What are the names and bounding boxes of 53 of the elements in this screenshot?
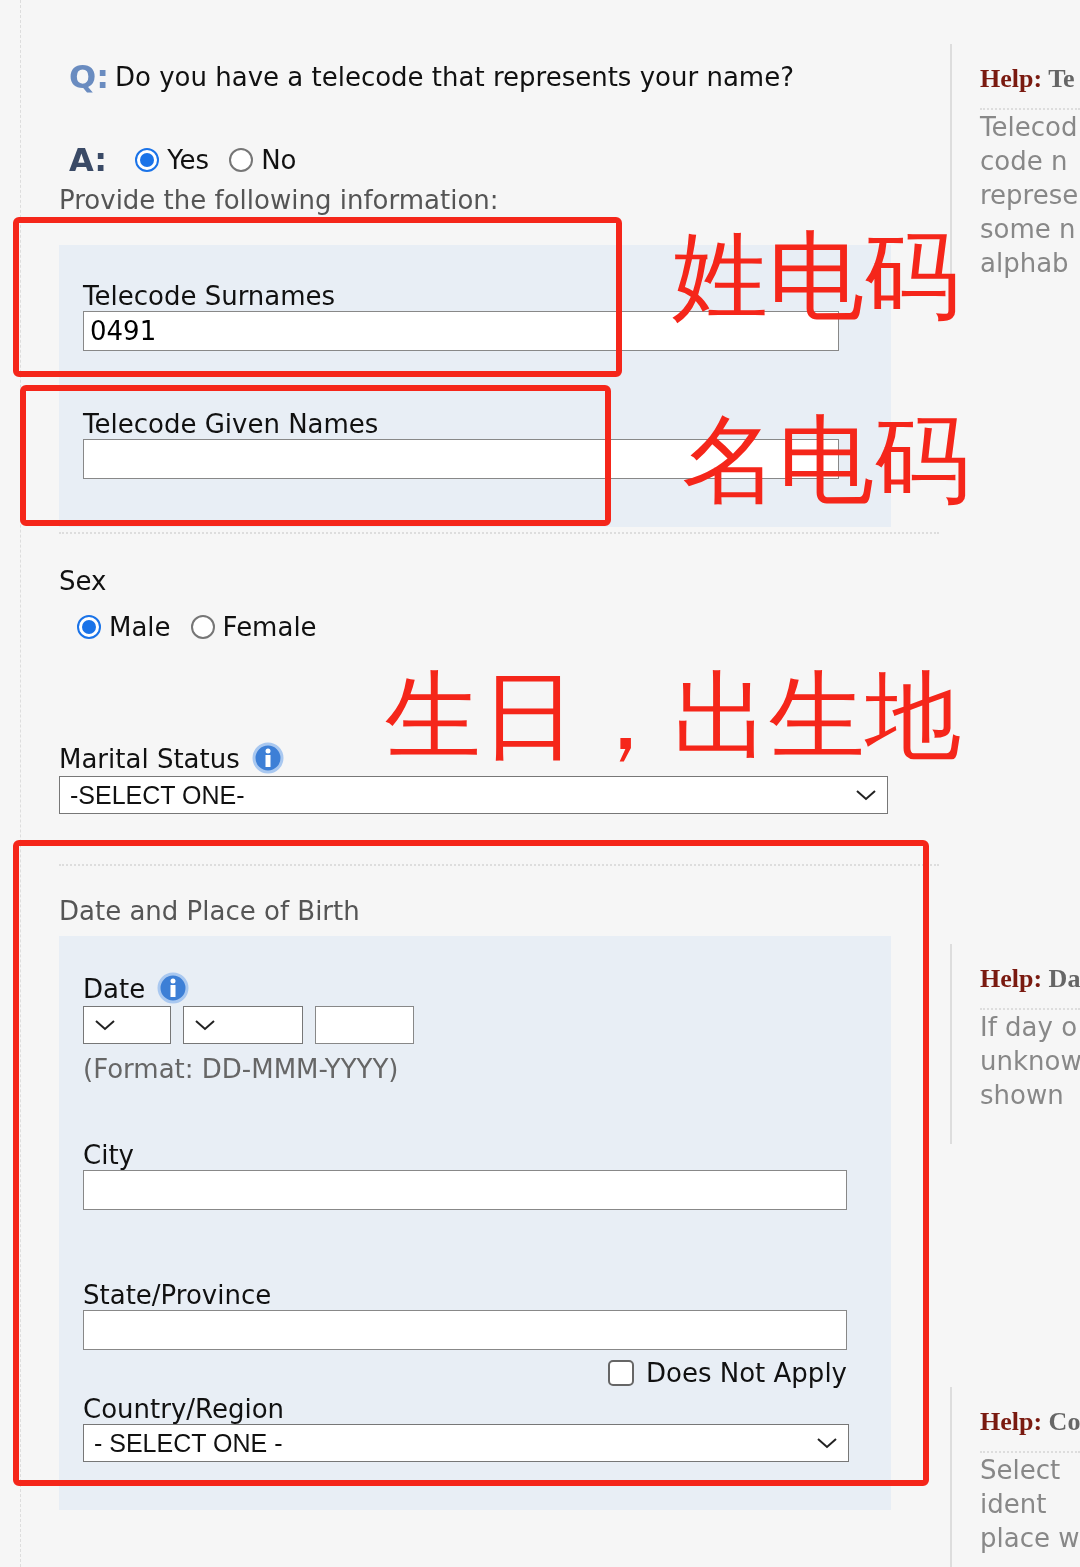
year-field[interactable] (315, 1006, 414, 1044)
select-dropdown[interactable]: - SELECT ONE - (83, 1424, 849, 1462)
field-label: State/Province (83, 1280, 272, 1310)
field-label: Telecode Given Names (83, 409, 379, 439)
help-text: place w (980, 1522, 1080, 1555)
help-title: Help: Da (980, 944, 1080, 1010)
month-dropdown[interactable] (183, 1006, 303, 1044)
chevron-icon (194, 1019, 216, 1031)
help-text: Telecod (980, 111, 1079, 144)
radio-button[interactable] (190, 615, 215, 639)
input-field[interactable] (83, 1310, 847, 1350)
info-icon[interactable] (157, 972, 190, 1004)
question-text: Do you have a telecode that represents your name? (115, 62, 794, 92)
help-text: unknow (980, 1045, 1080, 1078)
help-text: some n (980, 213, 1077, 246)
field-label: Marital Status (59, 744, 240, 774)
annotation-text: 生日，出生地 (385, 668, 961, 764)
help-title: Help: Te (980, 44, 1080, 110)
field-label: Sex (59, 566, 108, 596)
help-text: code n (980, 145, 1069, 178)
radio-label[interactable]: No (261, 145, 297, 175)
select-dropdown[interactable]: -SELECT ONE- (59, 776, 888, 814)
radio-button[interactable] (135, 148, 160, 172)
chevron-icon (816, 1437, 838, 1449)
annotation-text: 名电码 (682, 412, 970, 508)
help-text: ident (980, 1488, 1048, 1521)
answer-marker: A: (69, 141, 108, 179)
help-text: Select (980, 1454, 1062, 1487)
info-icon[interactable] (251, 742, 284, 774)
chevron-icon (855, 789, 877, 801)
radio-label[interactable]: Male (109, 612, 171, 642)
radio-button[interactable] (77, 615, 101, 639)
help-title: Help: Co (980, 1387, 1080, 1453)
help-text: shown (980, 1079, 1065, 1112)
format-hint: (Format: DD-MMM-YYYY) (83, 1054, 400, 1084)
instruction-text: Provide the following information: (59, 185, 500, 215)
field-label: City (83, 1140, 134, 1170)
radio-label[interactable]: Female (222, 612, 317, 642)
help-text: represe (980, 179, 1080, 212)
help-text: alphab (980, 247, 1070, 280)
chevron-icon (94, 1019, 116, 1031)
radio-button[interactable] (229, 148, 254, 172)
day-dropdown[interactable] (83, 1006, 171, 1044)
section-title: Date and Place of Birth (59, 896, 361, 926)
field-label: Date (83, 974, 146, 1004)
input-field[interactable] (83, 1170, 847, 1210)
field-label: Country/Region (83, 1394, 285, 1424)
help-text: If day o (980, 1011, 1079, 1044)
radio-label[interactable]: Yes (167, 145, 210, 175)
field-label: Telecode Surnames (83, 281, 336, 311)
question-marker: Q: (69, 58, 109, 96)
checkbox[interactable] (608, 1360, 635, 1386)
checkbox-label[interactable]: Does Not Apply (646, 1358, 847, 1388)
